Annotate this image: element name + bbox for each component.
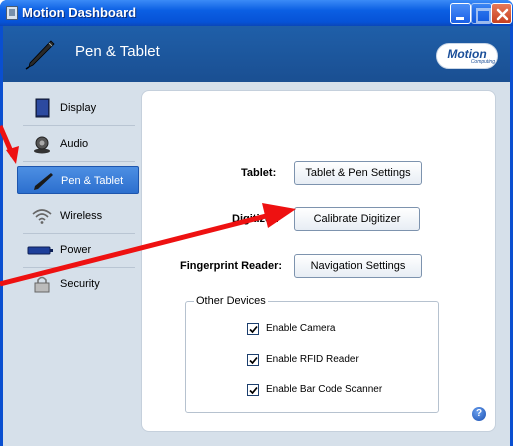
section-header: Pen & Tablet Motion Computing xyxy=(3,26,510,82)
client-area: Pen & Tablet Motion Computing Display Au… xyxy=(3,26,510,446)
display-icon xyxy=(35,98,50,118)
speaker-icon xyxy=(34,136,50,154)
pen-icon xyxy=(25,40,55,70)
checkbox[interactable] xyxy=(247,323,259,335)
app-icon xyxy=(6,6,18,20)
fingerprint-reader-label: Fingerprint Reader: xyxy=(180,260,283,272)
sidebar-item-power[interactable]: Power xyxy=(17,236,139,264)
divider xyxy=(23,267,135,268)
pen-icon xyxy=(34,173,53,190)
maximize-button xyxy=(471,3,492,24)
sidebar-nav: Display Audio Pen & Tablet Wireless Powe… xyxy=(17,90,139,372)
group-title: Other Devices xyxy=(194,295,268,307)
divider xyxy=(23,233,135,234)
navigation-settings-button[interactable]: Navigation Settings xyxy=(294,254,422,278)
calibrate-digitizer-button[interactable]: Calibrate Digitizer xyxy=(294,207,420,231)
close-icon xyxy=(496,8,509,21)
other-devices-group: Other Devices Enable Camera Enable RFID … xyxy=(185,295,439,413)
checkbox[interactable] xyxy=(247,384,259,396)
checkmark-icon xyxy=(249,386,258,395)
divider xyxy=(23,125,135,126)
digitizer-label: Digitizer: xyxy=(232,213,280,225)
divider xyxy=(23,161,135,162)
close-button[interactable] xyxy=(491,3,512,24)
motion-logo: Motion Computing xyxy=(436,43,498,69)
settings-panel: Tablet: Tablet & Pen Settings Digitizer:… xyxy=(141,90,496,432)
lock-icon xyxy=(34,276,50,293)
checkmark-icon xyxy=(249,325,258,334)
help-icon[interactable]: ? xyxy=(472,407,486,421)
sidebar-item-wireless[interactable]: Wireless xyxy=(17,202,139,230)
checkmark-icon xyxy=(249,356,258,365)
sidebar-item-pen-tablet[interactable]: Pen & Tablet xyxy=(17,166,139,194)
sidebar-item-security[interactable]: Security xyxy=(17,270,139,298)
motion-dashboard-window: Motion Dashboard Pen & Tablet Motion Com… xyxy=(0,0,513,446)
sidebar-item-display[interactable]: Display xyxy=(17,94,139,122)
sidebar-item-audio[interactable]: Audio xyxy=(17,130,139,158)
title-bar[interactable]: Motion Dashboard xyxy=(0,0,513,26)
wireless-icon xyxy=(32,209,52,224)
battery-icon xyxy=(27,246,53,255)
checkbox[interactable] xyxy=(247,354,259,366)
minimize-button[interactable] xyxy=(450,3,471,24)
window-title: Motion Dashboard xyxy=(22,5,137,20)
tablet-pen-settings-button[interactable]: Tablet & Pen Settings xyxy=(294,161,422,185)
tablet-label: Tablet: xyxy=(241,167,277,179)
page-title: Pen & Tablet xyxy=(75,43,160,60)
